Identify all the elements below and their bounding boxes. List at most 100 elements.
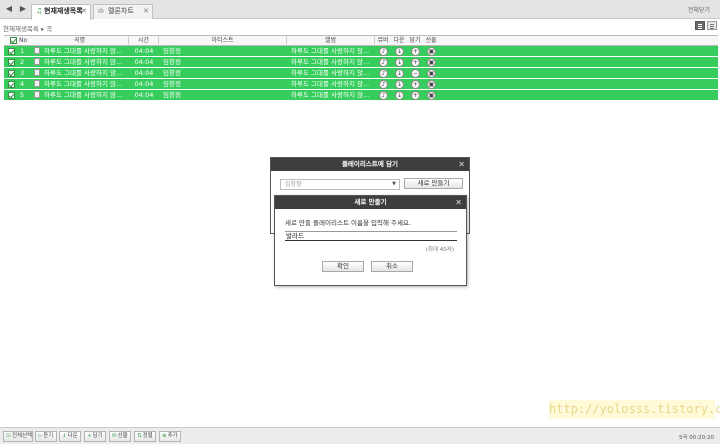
- song-title[interactable]: 하루도 그대를 사랑하지 않...: [44, 46, 128, 57]
- list-view-button[interactable]: [695, 21, 705, 30]
- note-icon: [34, 91, 40, 98]
- cancel-button[interactable]: 취소: [371, 261, 413, 272]
- plus-icon: +: [87, 433, 92, 439]
- mv-icon[interactable]: ♪: [379, 58, 388, 67]
- close-icon[interactable]: ✕: [81, 5, 87, 18]
- chevron-down-icon: ▼: [392, 181, 396, 187]
- note-icon: [34, 80, 40, 87]
- download-icon: ↓: [62, 433, 67, 439]
- checkbox-icon: ☑: [6, 433, 11, 439]
- gift-button[interactable]: ✉선물: [109, 431, 131, 442]
- song-artist[interactable]: 임창정: [163, 68, 203, 79]
- download-icon[interactable]: ↓: [395, 69, 404, 78]
- song-table: No 곡명 시간 아티스트 앨범 뮤비 다운 담기 선물 1 하루도 그대를 사…: [4, 35, 718, 101]
- row-checkbox[interactable]: [8, 68, 15, 79]
- gift-icon: ✉: [112, 433, 117, 439]
- download-icon[interactable]: ↓: [395, 58, 404, 67]
- detail-view-button[interactable]: [707, 21, 717, 30]
- new-playlist-button[interactable]: 새로 만들기: [404, 178, 463, 189]
- song-album[interactable]: 하루도 그대를 사랑하지 않...: [291, 79, 375, 90]
- song-album[interactable]: 하루도 그대를 사랑하지 않...: [291, 68, 375, 79]
- tab-melon-chart[interactable]: ılı 멜론차트 ✕: [93, 4, 153, 19]
- header-time[interactable]: 시간: [129, 36, 159, 46]
- song-time: 04:04: [134, 80, 154, 88]
- header-no[interactable]: No: [19, 36, 31, 46]
- remove-icon[interactable]: −: [411, 69, 420, 78]
- download-icon[interactable]: ↓: [395, 47, 404, 56]
- playlist-select[interactable]: 임창정 ▼: [280, 179, 400, 190]
- table-row[interactable]: 5 하루도 그대를 사랑하지 않... 04:04 임창정 하루도 그대를 사랑…: [4, 90, 718, 101]
- add-button[interactable]: ⊕추가: [159, 431, 181, 442]
- song-artist[interactable]: 임창정: [163, 79, 203, 90]
- header-lyrics: 뮤비: [377, 37, 389, 44]
- mv-icon[interactable]: ♪: [379, 69, 388, 78]
- song-title[interactable]: 하루도 그대를 사랑하지 않...: [44, 79, 128, 90]
- table-row[interactable]: 1 하루도 그대를 사랑하지 않... 04:04 임창정 하루도 그대를 사랑…: [4, 46, 718, 57]
- download-icon[interactable]: ↓: [395, 80, 404, 89]
- add-icon[interactable]: +: [411, 80, 420, 89]
- song-time: 04:04: [134, 91, 154, 99]
- add-icon[interactable]: +: [411, 47, 420, 56]
- add-icon[interactable]: +: [411, 91, 420, 100]
- sort-icon: ⇅: [137, 433, 142, 439]
- bottom-toolbar: ☑전체선택 ▷듣기 ↓다운 +담기 ✉선물 ⇅정렬 ⊕추가 5곡 00:20:2…: [0, 427, 720, 444]
- download-button[interactable]: ↓다운: [59, 431, 81, 442]
- gift-icon[interactable]: ▣: [427, 80, 436, 89]
- table-row[interactable]: 4 하루도 그대를 사랑하지 않... 04:04 임창정 하루도 그대를 사랑…: [4, 79, 718, 90]
- dialog-title: 새로 만들기 ✕: [275, 196, 466, 209]
- header-download: 다운: [393, 37, 405, 44]
- header-artist[interactable]: 아티스트: [159, 36, 287, 46]
- note-icon: [34, 47, 40, 54]
- row-number: 4: [20, 80, 25, 88]
- song-artist[interactable]: 임창정: [163, 46, 203, 57]
- song-title[interactable]: 하루도 그대를 사랑하지 않...: [44, 68, 128, 79]
- song-title[interactable]: 하루도 그대를 사랑하지 않...: [44, 90, 128, 101]
- gift-icon[interactable]: ▣: [427, 91, 436, 100]
- mv-icon[interactable]: ♪: [379, 91, 388, 100]
- gift-icon[interactable]: ▣: [427, 69, 436, 78]
- tab-label: 멜론차트: [108, 7, 134, 15]
- playlist-name-input[interactable]: 발라드: [285, 231, 457, 241]
- song-album[interactable]: 하루도 그대를 사랑하지 않...: [291, 57, 375, 68]
- gift-icon[interactable]: ▣: [427, 47, 436, 56]
- select-all-checkbox[interactable]: [8, 36, 18, 46]
- forward-icon[interactable]: ▶: [17, 3, 29, 15]
- tab-bar: ◀ ▶ ♫ 현재재생목록 ✕ ılı 멜론차트 ✕ 전체닫기: [0, 0, 720, 20]
- note-icon: [34, 69, 40, 76]
- header-gift: 선물: [425, 37, 437, 44]
- close-icon[interactable]: ✕: [458, 158, 465, 171]
- gift-icon[interactable]: ▣: [427, 58, 436, 67]
- close-icon[interactable]: ✕: [143, 5, 149, 18]
- note-icon: [34, 58, 40, 65]
- song-title[interactable]: 하루도 그대를 사랑하지 않...: [44, 57, 128, 68]
- table-row[interactable]: 2 하루도 그대를 사랑하지 않... 04:04 임창정 하루도 그대를 사랑…: [4, 57, 718, 68]
- add-to-playlist-button[interactable]: +담기: [84, 431, 106, 442]
- back-icon[interactable]: ◀: [3, 3, 15, 15]
- header-album[interactable]: 앨범: [287, 36, 375, 46]
- row-checkbox[interactable]: [8, 79, 15, 90]
- song-album[interactable]: 하루도 그대를 사랑하지 않...: [291, 90, 375, 101]
- download-icon[interactable]: ↓: [395, 91, 404, 100]
- sort-button[interactable]: ⇅정렬: [134, 431, 156, 442]
- play-icon: ▷: [38, 433, 43, 439]
- mv-icon[interactable]: ♪: [379, 80, 388, 89]
- song-album[interactable]: 하루도 그대를 사랑하지 않...: [291, 46, 375, 57]
- row-checkbox[interactable]: [8, 90, 15, 101]
- tab-now-playing[interactable]: ♫ 현재재생목록 ✕: [31, 4, 91, 20]
- row-checkbox[interactable]: [8, 57, 15, 68]
- play-button[interactable]: ▷듣기: [35, 431, 57, 442]
- table-row[interactable]: 3 하루도 그대를 사랑하지 않... 04:04 임창정 하루도 그대를 사랑…: [4, 68, 718, 79]
- close-all-button[interactable]: 전체닫기: [688, 5, 710, 14]
- song-artist[interactable]: 임창정: [163, 57, 203, 68]
- song-time: 04:04: [134, 69, 154, 77]
- song-artist[interactable]: 임창정: [163, 90, 203, 101]
- select-all-button[interactable]: ☑전체선택: [3, 431, 33, 442]
- add-icon[interactable]: +: [411, 58, 420, 67]
- header-song[interactable]: 곡명: [31, 36, 129, 46]
- row-checkbox[interactable]: [8, 46, 15, 57]
- mv-icon[interactable]: ♪: [379, 47, 388, 56]
- char-limit: (최대 40자): [425, 247, 454, 253]
- watermark: http://yolosss.tistory.com: [549, 400, 720, 419]
- close-icon[interactable]: ✕: [455, 196, 462, 209]
- ok-button[interactable]: 확인: [322, 261, 364, 272]
